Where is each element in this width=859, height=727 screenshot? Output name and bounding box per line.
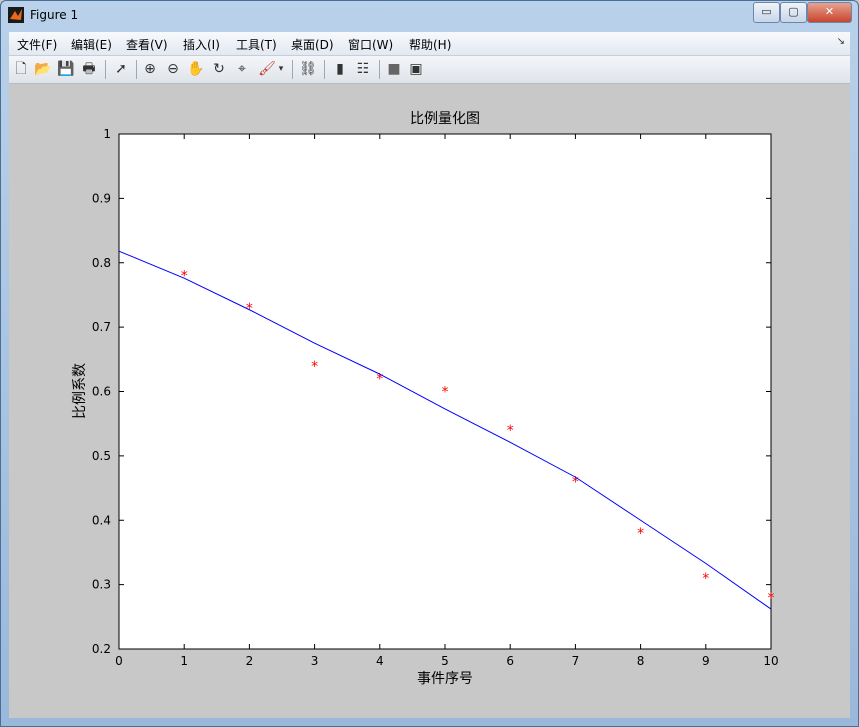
legend-icon[interactable]: ☷ bbox=[354, 60, 372, 78]
figure-canvas: 比例量化图 事件序号 比例系数 0 1 2 3 4 5 6 7 8 9 10 0.2 0.3 0.4 0.5… bbox=[9, 84, 850, 718]
toolbar-separator bbox=[105, 60, 106, 79]
data-cursor-icon[interactable]: ⌖ bbox=[233, 60, 251, 78]
print-icon[interactable]: 🖶 bbox=[80, 60, 98, 78]
x-tick-label: 1 bbox=[180, 654, 188, 668]
figure-toolbar: 🗋 📂 💾 🖶 ➚ ⊕ ⊖ ✋ ↻ ⌖ 🖌 ▾ ⛓ ▮ ☷ ■ ▣ bbox=[9, 56, 850, 84]
data-point-marker: * bbox=[702, 571, 709, 587]
x-tick-label: 7 bbox=[572, 654, 580, 668]
open-file-icon[interactable]: 📂 bbox=[34, 60, 52, 78]
data-point-marker: * bbox=[637, 526, 644, 542]
title-bar[interactable]: Figure 1 ▭ ▢ ✕ bbox=[1, 1, 858, 31]
matlab-logo-icon bbox=[8, 7, 24, 23]
y-tick-label: 1 bbox=[103, 127, 111, 141]
menu-view[interactable]: 查看(V) bbox=[126, 36, 168, 53]
x-tick-label: 0 bbox=[115, 654, 123, 668]
y-tick-label: 0.5 bbox=[92, 449, 111, 463]
new-figure-icon[interactable]: 🗋 bbox=[12, 60, 30, 78]
data-point-marker: * bbox=[768, 591, 775, 607]
y-tick-label: 0.4 bbox=[92, 513, 111, 527]
minimize-button[interactable]: ▭ bbox=[753, 2, 780, 23]
menu-tools[interactable]: 工具(T) bbox=[236, 36, 277, 53]
restore-button[interactable]: ▢ bbox=[780, 2, 807, 23]
window-title: Figure 1 bbox=[30, 8, 79, 22]
close-button[interactable]: ✕ bbox=[807, 2, 852, 23]
menu-desktop[interactable]: 桌面(D) bbox=[291, 36, 334, 53]
y-tick-label: 0.7 bbox=[92, 320, 111, 334]
menu-edit[interactable]: 编辑(E) bbox=[71, 36, 112, 53]
x-tick-label: 2 bbox=[246, 654, 254, 668]
x-tick-label: 4 bbox=[376, 654, 384, 668]
zoom-in-icon[interactable]: ⊕ bbox=[141, 60, 159, 78]
pan-hand-icon[interactable]: ✋ bbox=[187, 60, 205, 78]
rotate-3d-icon[interactable]: ↻ bbox=[210, 60, 228, 78]
y-tick-label: 0.6 bbox=[92, 385, 111, 399]
toolbar-separator bbox=[379, 60, 380, 79]
y-axis-label: 比例系数 bbox=[72, 363, 88, 419]
data-point-marker: * bbox=[442, 385, 449, 401]
menu-help[interactable]: 帮助(H) bbox=[409, 36, 451, 53]
show-plot-tools-icon[interactable]: ▣ bbox=[407, 60, 425, 78]
menu-overflow-icon[interactable]: ↘ bbox=[837, 36, 845, 47]
brush-icon[interactable]: 🖌 bbox=[258, 60, 276, 78]
x-tick-label: 8 bbox=[637, 654, 645, 668]
menu-insert[interactable]: 插入(I) bbox=[183, 36, 220, 53]
brush-dropdown-icon[interactable]: ▾ bbox=[276, 60, 286, 78]
y-tick-label: 0.8 bbox=[92, 256, 111, 270]
figure-window: Figure 1 ▭ ▢ ✕ 文件(F) 编辑(E) 查看(V) 插入(I) 工… bbox=[0, 0, 859, 727]
y-tick-label: 0.2 bbox=[92, 642, 111, 656]
colorbar-icon[interactable]: ▮ bbox=[331, 60, 349, 78]
y-tick-label: 0.9 bbox=[92, 191, 111, 205]
menu-bar: 文件(F) 编辑(E) 查看(V) 插入(I) 工具(T) 桌面(D) 窗口(W… bbox=[9, 32, 850, 56]
toolbar-separator bbox=[292, 60, 293, 79]
y-tick-label: 0.3 bbox=[92, 578, 111, 592]
x-tick-label: 3 bbox=[311, 654, 319, 668]
chart-title: 比例量化图 bbox=[410, 111, 480, 127]
data-point-marker: * bbox=[311, 359, 318, 375]
link-plot-icon[interactable]: ⛓ bbox=[299, 60, 317, 78]
toolbar-separator bbox=[324, 60, 325, 79]
menu-window[interactable]: 窗口(W) bbox=[348, 36, 393, 53]
x-tick-label: 10 bbox=[763, 654, 778, 668]
plot-svg: 比例量化图 事件序号 比例系数 0 1 2 3 4 5 6 7 8 9 10 0.2 0.3 0.4 0.5… bbox=[72, 111, 779, 687]
x-tick-label: 9 bbox=[702, 654, 710, 668]
toolbar-separator bbox=[136, 60, 137, 79]
x-tick-label: 6 bbox=[506, 654, 514, 668]
x-tick-label: 5 bbox=[441, 654, 449, 668]
pointer-icon[interactable]: ➚ bbox=[112, 60, 130, 78]
x-axis-label: 事件序号 bbox=[417, 671, 473, 687]
data-point-marker: * bbox=[507, 423, 514, 439]
hide-plot-tools-icon[interactable]: ■ bbox=[385, 60, 403, 78]
menu-file[interactable]: 文件(F) bbox=[17, 36, 57, 53]
save-icon[interactable]: 💾 bbox=[57, 60, 75, 78]
data-point-marker: * bbox=[181, 269, 188, 285]
zoom-out-icon[interactable]: ⊖ bbox=[164, 60, 182, 78]
